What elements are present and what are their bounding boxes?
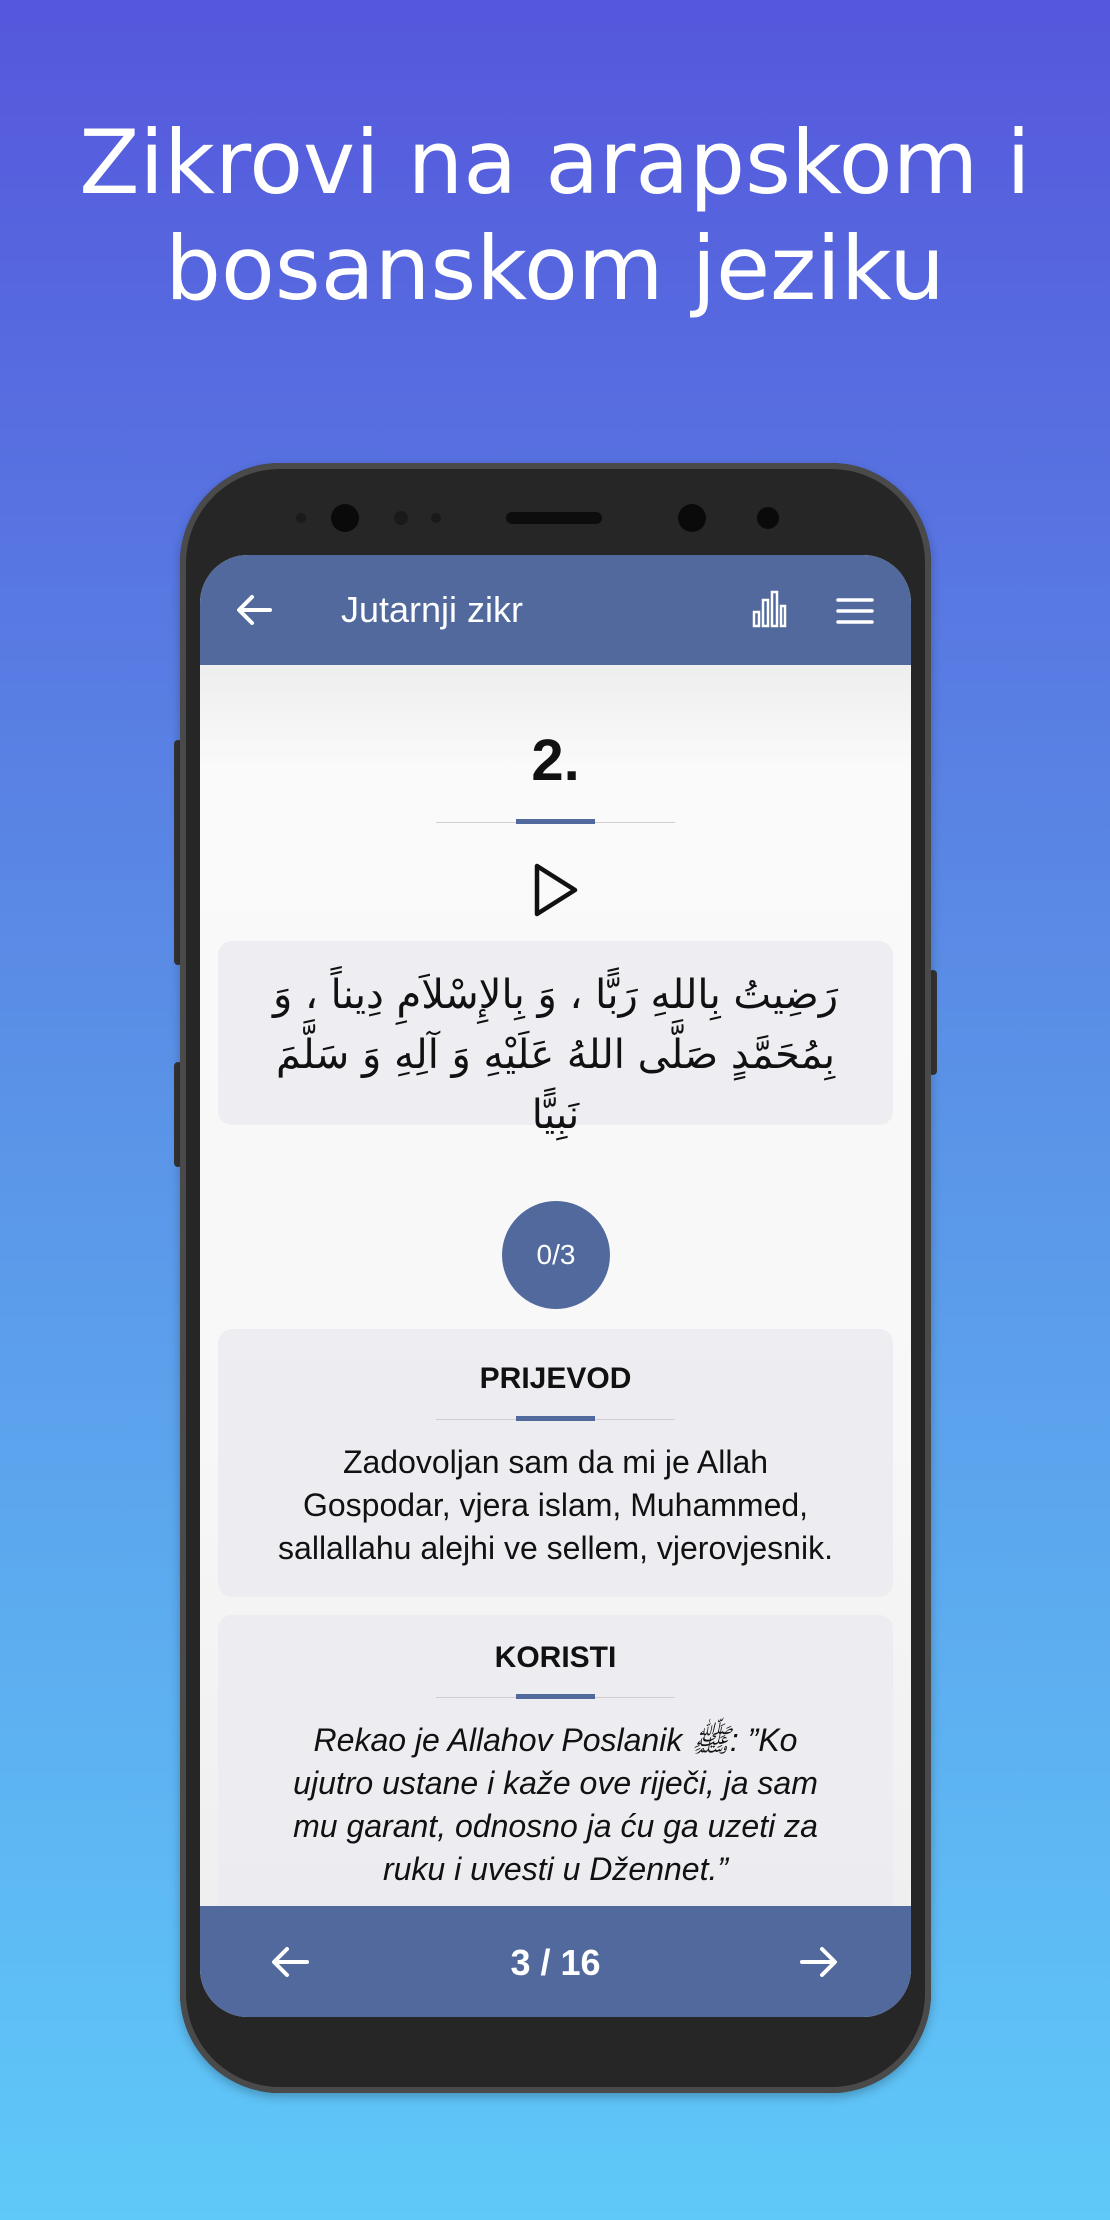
benefits-line-4: ruku i uvesti u Džennet.” bbox=[382, 1851, 729, 1887]
phone-sensor bbox=[394, 511, 408, 525]
arabic-line-1: رَضِيتُ بِاللهِ رَبًّا ، وَ بِالإِسْلاَم… bbox=[272, 972, 839, 1018]
arabic-line-2: بِمُحَمَّدٍ صَلَّى اللهُ عَلَيْهِ وَ آلِ… bbox=[275, 1032, 836, 1138]
benefits-line-3: mu garant, odnosno ja ću ga uzeti za bbox=[293, 1808, 818, 1844]
page-title: Jutarnji zikr bbox=[341, 589, 524, 630]
phone-sensor bbox=[296, 513, 306, 523]
zikr-number: 2. bbox=[531, 728, 580, 793]
translation-text: Zadovoljan sam da mi je Allah Gospodar, … bbox=[230, 1441, 881, 1570]
benefits-line-2: ujutro ustane i kaže ove riječi, ja sam bbox=[293, 1765, 818, 1801]
translation-title: PRIJEVOD bbox=[479, 1362, 632, 1395]
benefits-line-1: Rekao je Allahov Poslanik ﷺ: ”Ko bbox=[313, 1722, 798, 1758]
phone-speaker bbox=[506, 512, 602, 524]
translation-line-3: sallallahu alejhi ve sellem, vjerovjesni… bbox=[278, 1530, 833, 1566]
accent-bar bbox=[516, 1694, 595, 1699]
headline: Zikrovi na arapskom i bosanskom jeziku bbox=[0, 110, 1110, 322]
phone-screen: Jutarnji zikr 2. رَضِيتُ بِاللهِ رَبًّا … bbox=[200, 555, 911, 2017]
bottom-nav-bar: 3 / 16 bbox=[200, 1906, 911, 2017]
headline-line-2: bosanskom jeziku bbox=[165, 217, 945, 320]
play-icon[interactable] bbox=[529, 861, 581, 924]
benefits-text: Rekao je Allahov Poslanik ﷺ: ”Ko ujutro … bbox=[230, 1719, 881, 1891]
arabic-text: رَضِيتُ بِاللهِ رَبًّا ، وَ بِالإِسْلاَم… bbox=[248, 965, 863, 1145]
accent-bar bbox=[516, 1416, 595, 1421]
benefits-title: KORISTI bbox=[494, 1641, 617, 1674]
counter-button[interactable]: 0/3 bbox=[502, 1201, 610, 1309]
accent-bar bbox=[516, 819, 595, 824]
phone-camera bbox=[678, 504, 706, 532]
arrow-left-icon[interactable] bbox=[234, 590, 274, 635]
next-arrow-icon[interactable] bbox=[799, 1944, 839, 1985]
phone-front-camera bbox=[331, 504, 359, 532]
bar-chart-icon[interactable] bbox=[751, 588, 787, 633]
phone-sensor bbox=[431, 513, 441, 523]
translation-line-2: Gospodar, vjera islam, Muhammed, bbox=[302, 1487, 809, 1523]
hamburger-menu-icon[interactable] bbox=[836, 597, 874, 630]
arabic-text-card: رَضِيتُ بِاللهِ رَبًّا ، وَ بِالإِسْلاَم… bbox=[218, 941, 893, 1138]
translation-line-1: Zadovoljan sam da mi je Allah bbox=[342, 1444, 769, 1480]
zikr-content[interactable]: 2. رَضِيتُ بِاللهِ رَبًّا ، وَ بِالإِسْل… bbox=[200, 665, 911, 1961]
phone-camera bbox=[757, 507, 779, 529]
headline-line-1: Zikrovi na arapskom i bbox=[79, 111, 1031, 214]
app-bar: Jutarnji zikr bbox=[200, 555, 911, 665]
